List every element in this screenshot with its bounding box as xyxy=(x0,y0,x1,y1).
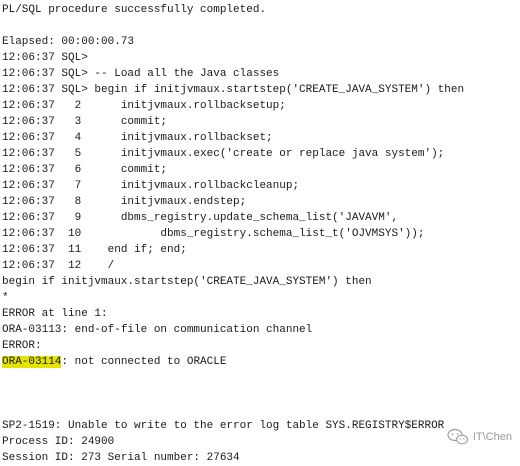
terminal-line: 12:06:37 12 / xyxy=(2,260,115,272)
watermark: IT\Chen xyxy=(447,428,512,446)
terminal-line: 12:06:37 SQL> begin if initjvmaux.starts… xyxy=(2,84,465,96)
watermark-text: IT\Chen xyxy=(472,431,512,443)
terminal-line: ERROR at line 1: xyxy=(2,308,108,320)
terminal-line: 12:06:37 11 end if; end; xyxy=(2,244,187,256)
terminal-line: Process ID: 24900 xyxy=(2,436,115,448)
terminal-line: Session ID: 273 Serial number: 27634 xyxy=(2,452,240,464)
terminal-line: 12:06:37 2 initjvmaux.rollbacksetup; xyxy=(2,100,286,112)
terminal-line: 12:06:37 6 commit; xyxy=(2,164,168,176)
terminal-line: 12:06:37 SQL> -- Load all the Java class… xyxy=(2,68,280,80)
terminal-line: 12:06:37 9 dbms_registry.update_schema_l… xyxy=(2,212,399,224)
terminal-line: 12:06:37 3 commit; xyxy=(2,116,168,128)
terminal-line: ERROR: xyxy=(2,340,42,352)
terminal-line: SP2-1519: Unable to write to the error l… xyxy=(2,420,445,432)
terminal-line: ORA-03113: end-of-file on communication … xyxy=(2,324,313,336)
terminal-line: 12:06:37 4 initjvmaux.rollbackset; xyxy=(2,132,273,144)
terminal-line: 12:06:37 7 initjvmaux.rollbackcleanup; xyxy=(2,180,300,192)
terminal-line: * xyxy=(2,292,9,304)
terminal-line: PL/SQL procedure successfully completed. xyxy=(2,4,267,16)
terminal-line: 12:06:37 5 initjvmaux.exec('create or re… xyxy=(2,148,445,160)
wechat-icon xyxy=(447,428,468,445)
terminal-line: 12:06:37 8 initjvmaux.endstep; xyxy=(2,196,247,208)
error-line-highlighted: ORA-03114: not connected to ORACLE xyxy=(2,354,518,370)
highlighted-error-code: ORA-03114 xyxy=(2,356,62,368)
terminal-line: begin if initjvmaux.startstep('CREATE_JA… xyxy=(2,276,372,288)
terminal-line: 12:06:37 10 dbms_registry.schema_list_t(… xyxy=(2,228,425,240)
terminal-line: Elapsed: 00:00:00.73 xyxy=(2,36,135,48)
terminal-line: 12:06:37 SQL> xyxy=(2,52,88,64)
error-message: : not connected to ORACLE xyxy=(61,356,227,368)
sqlplus-terminal-output: PL/SQL procedure successfully completed.… xyxy=(2,2,518,466)
